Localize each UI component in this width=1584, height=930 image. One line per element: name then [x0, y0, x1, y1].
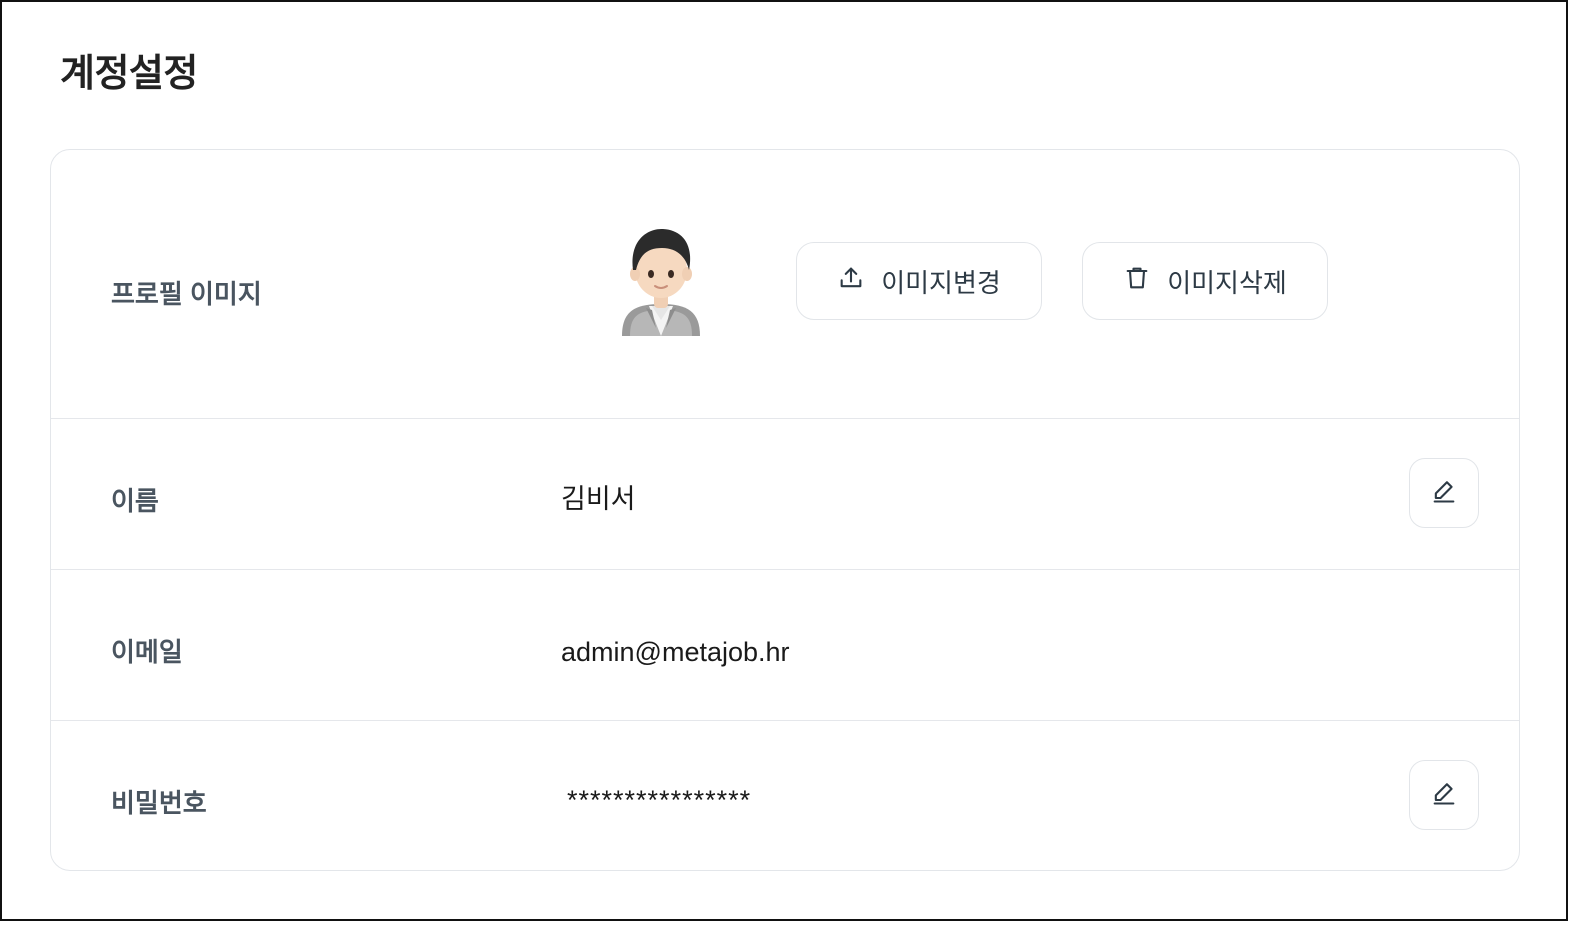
pencil-icon — [1430, 779, 1458, 812]
page-title: 계정설정 — [60, 53, 198, 95]
name-label: 이름 — [111, 486, 159, 516]
profile-image-row: 프로필 이미지 이미지변경 이미지삭제 — [51, 150, 1519, 419]
person-avatar-icon — [616, 224, 706, 336]
profile-image-label: 프로필 이미지 — [111, 279, 262, 309]
email-value: admin@metajob.hr — [561, 637, 790, 667]
delete-image-label: 이미지삭제 — [1167, 267, 1287, 298]
app-window: 계정설정 프로필 이미지 이미지변경 이미지삭제 이름 김비서 이메일 admi… — [0, 0, 1568, 921]
change-image-button[interactable]: 이미지변경 — [796, 242, 1042, 320]
email-label: 이메일 — [111, 637, 183, 667]
name-row: 이름 김비서 — [51, 419, 1519, 570]
name-value: 김비서 — [561, 484, 636, 514]
password-label: 비밀번호 — [111, 788, 207, 818]
upload-icon — [837, 264, 865, 299]
delete-image-button[interactable]: 이미지삭제 — [1082, 242, 1328, 320]
password-row: 비밀번호 **************** — [51, 721, 1519, 870]
trash-icon — [1123, 264, 1151, 299]
account-settings-card: 프로필 이미지 이미지변경 이미지삭제 이름 김비서 이메일 admin@met… — [50, 149, 1520, 871]
pencil-icon — [1430, 477, 1458, 510]
password-value: **************** — [567, 785, 752, 815]
edit-name-button[interactable] — [1409, 458, 1479, 528]
email-row: 이메일 admin@metajob.hr — [51, 570, 1519, 721]
edit-password-button[interactable] — [1409, 760, 1479, 830]
change-image-label: 이미지변경 — [881, 267, 1001, 298]
